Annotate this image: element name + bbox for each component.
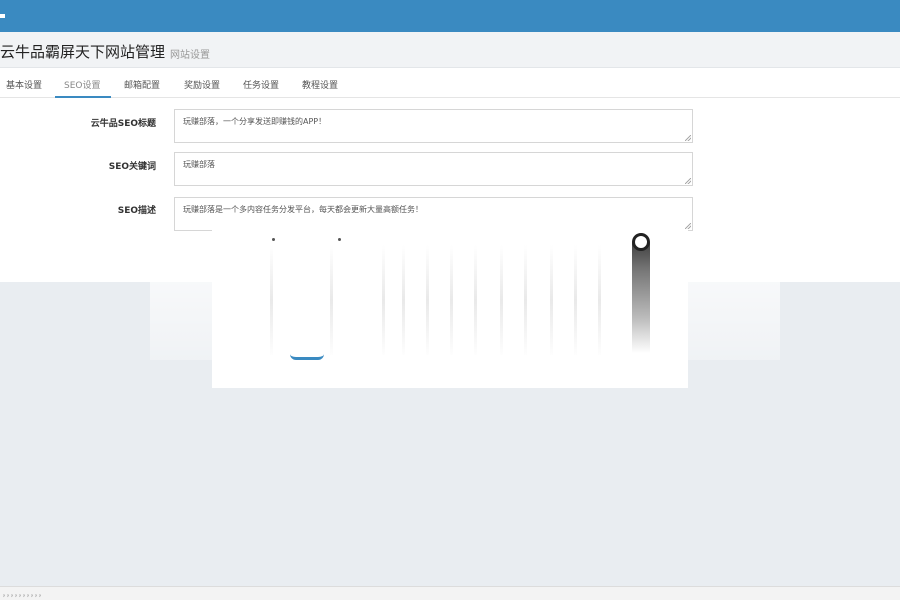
seo-description-label: SEO描述 bbox=[117, 206, 156, 216]
tab-basic-settings[interactable]: 基本设置 bbox=[6, 78, 42, 91]
loader-streak bbox=[330, 245, 333, 355]
seo-description-value: 玩赚部落是一个多内容任务分发平台，每天都会更新大量高额任务！ bbox=[183, 205, 423, 214]
loader-streak bbox=[382, 245, 385, 355]
tab-reward-settings[interactable]: 奖励设置 bbox=[184, 78, 220, 91]
loading-overlay bbox=[212, 230, 688, 388]
tab-tutorial-settings[interactable]: 教程设置 bbox=[302, 78, 338, 91]
seo-description-field[interactable]: 玩赚部落是一个多内容任务分发平台，每天都会更新大量高额任务！ bbox=[174, 197, 693, 231]
page-subtitle: 网站设置 bbox=[170, 50, 210, 61]
loader-streak bbox=[270, 245, 273, 355]
loader-streak bbox=[450, 245, 453, 355]
loader-streak bbox=[524, 245, 527, 355]
loader-streak bbox=[550, 245, 553, 355]
loading-spinner-icon bbox=[632, 235, 650, 353]
tab-email-config[interactable]: 邮箱配置 bbox=[124, 78, 160, 91]
loader-dot bbox=[338, 238, 341, 241]
loader-streak bbox=[500, 245, 503, 355]
loader-streak bbox=[426, 245, 429, 355]
progress-arc bbox=[290, 354, 324, 360]
loader-streak bbox=[402, 245, 405, 355]
seo-title-label: 云牛品SEO标题 bbox=[90, 119, 156, 129]
status-text: ，，，，，，，，，， bbox=[2, 589, 46, 598]
page-title: 云牛品霸屏天下网站管理 bbox=[0, 43, 166, 61]
resize-handle-icon[interactable] bbox=[685, 135, 691, 141]
seo-keywords-field[interactable]: 玩赚部落 bbox=[174, 152, 693, 186]
tab-task-settings[interactable]: 任务设置 bbox=[243, 78, 279, 91]
title-bar: 云牛品霸屏天下网站管理 网站设置 bbox=[0, 32, 900, 68]
status-bar: ，，，，，，，，，， bbox=[0, 586, 900, 600]
seo-title-value: 玩赚部落，一个分享发送即赚钱的APP！ bbox=[183, 117, 327, 126]
active-tab-indicator bbox=[55, 96, 111, 98]
seo-keywords-label: SEO关键词 bbox=[108, 162, 156, 172]
settings-tabs: 基本设置 SEO设置 邮箱配置 奖励设置 任务设置 教程设置 bbox=[0, 68, 900, 98]
tab-seo-settings[interactable]: SEO设置 bbox=[64, 78, 100, 91]
spinner-ring-icon bbox=[632, 233, 650, 251]
loader-dot bbox=[272, 238, 275, 241]
seo-title-field[interactable]: 玩赚部落，一个分享发送即赚钱的APP！ bbox=[174, 109, 693, 143]
resize-handle-icon[interactable] bbox=[685, 178, 691, 184]
top-navigation-bar bbox=[0, 0, 900, 32]
seo-keywords-value: 玩赚部落 bbox=[183, 160, 215, 169]
loader-streak bbox=[474, 245, 477, 355]
resize-handle-icon[interactable] bbox=[685, 223, 691, 229]
loader-streak bbox=[598, 245, 601, 355]
loader-streak bbox=[574, 245, 577, 355]
top-bar-marker bbox=[0, 14, 5, 18]
